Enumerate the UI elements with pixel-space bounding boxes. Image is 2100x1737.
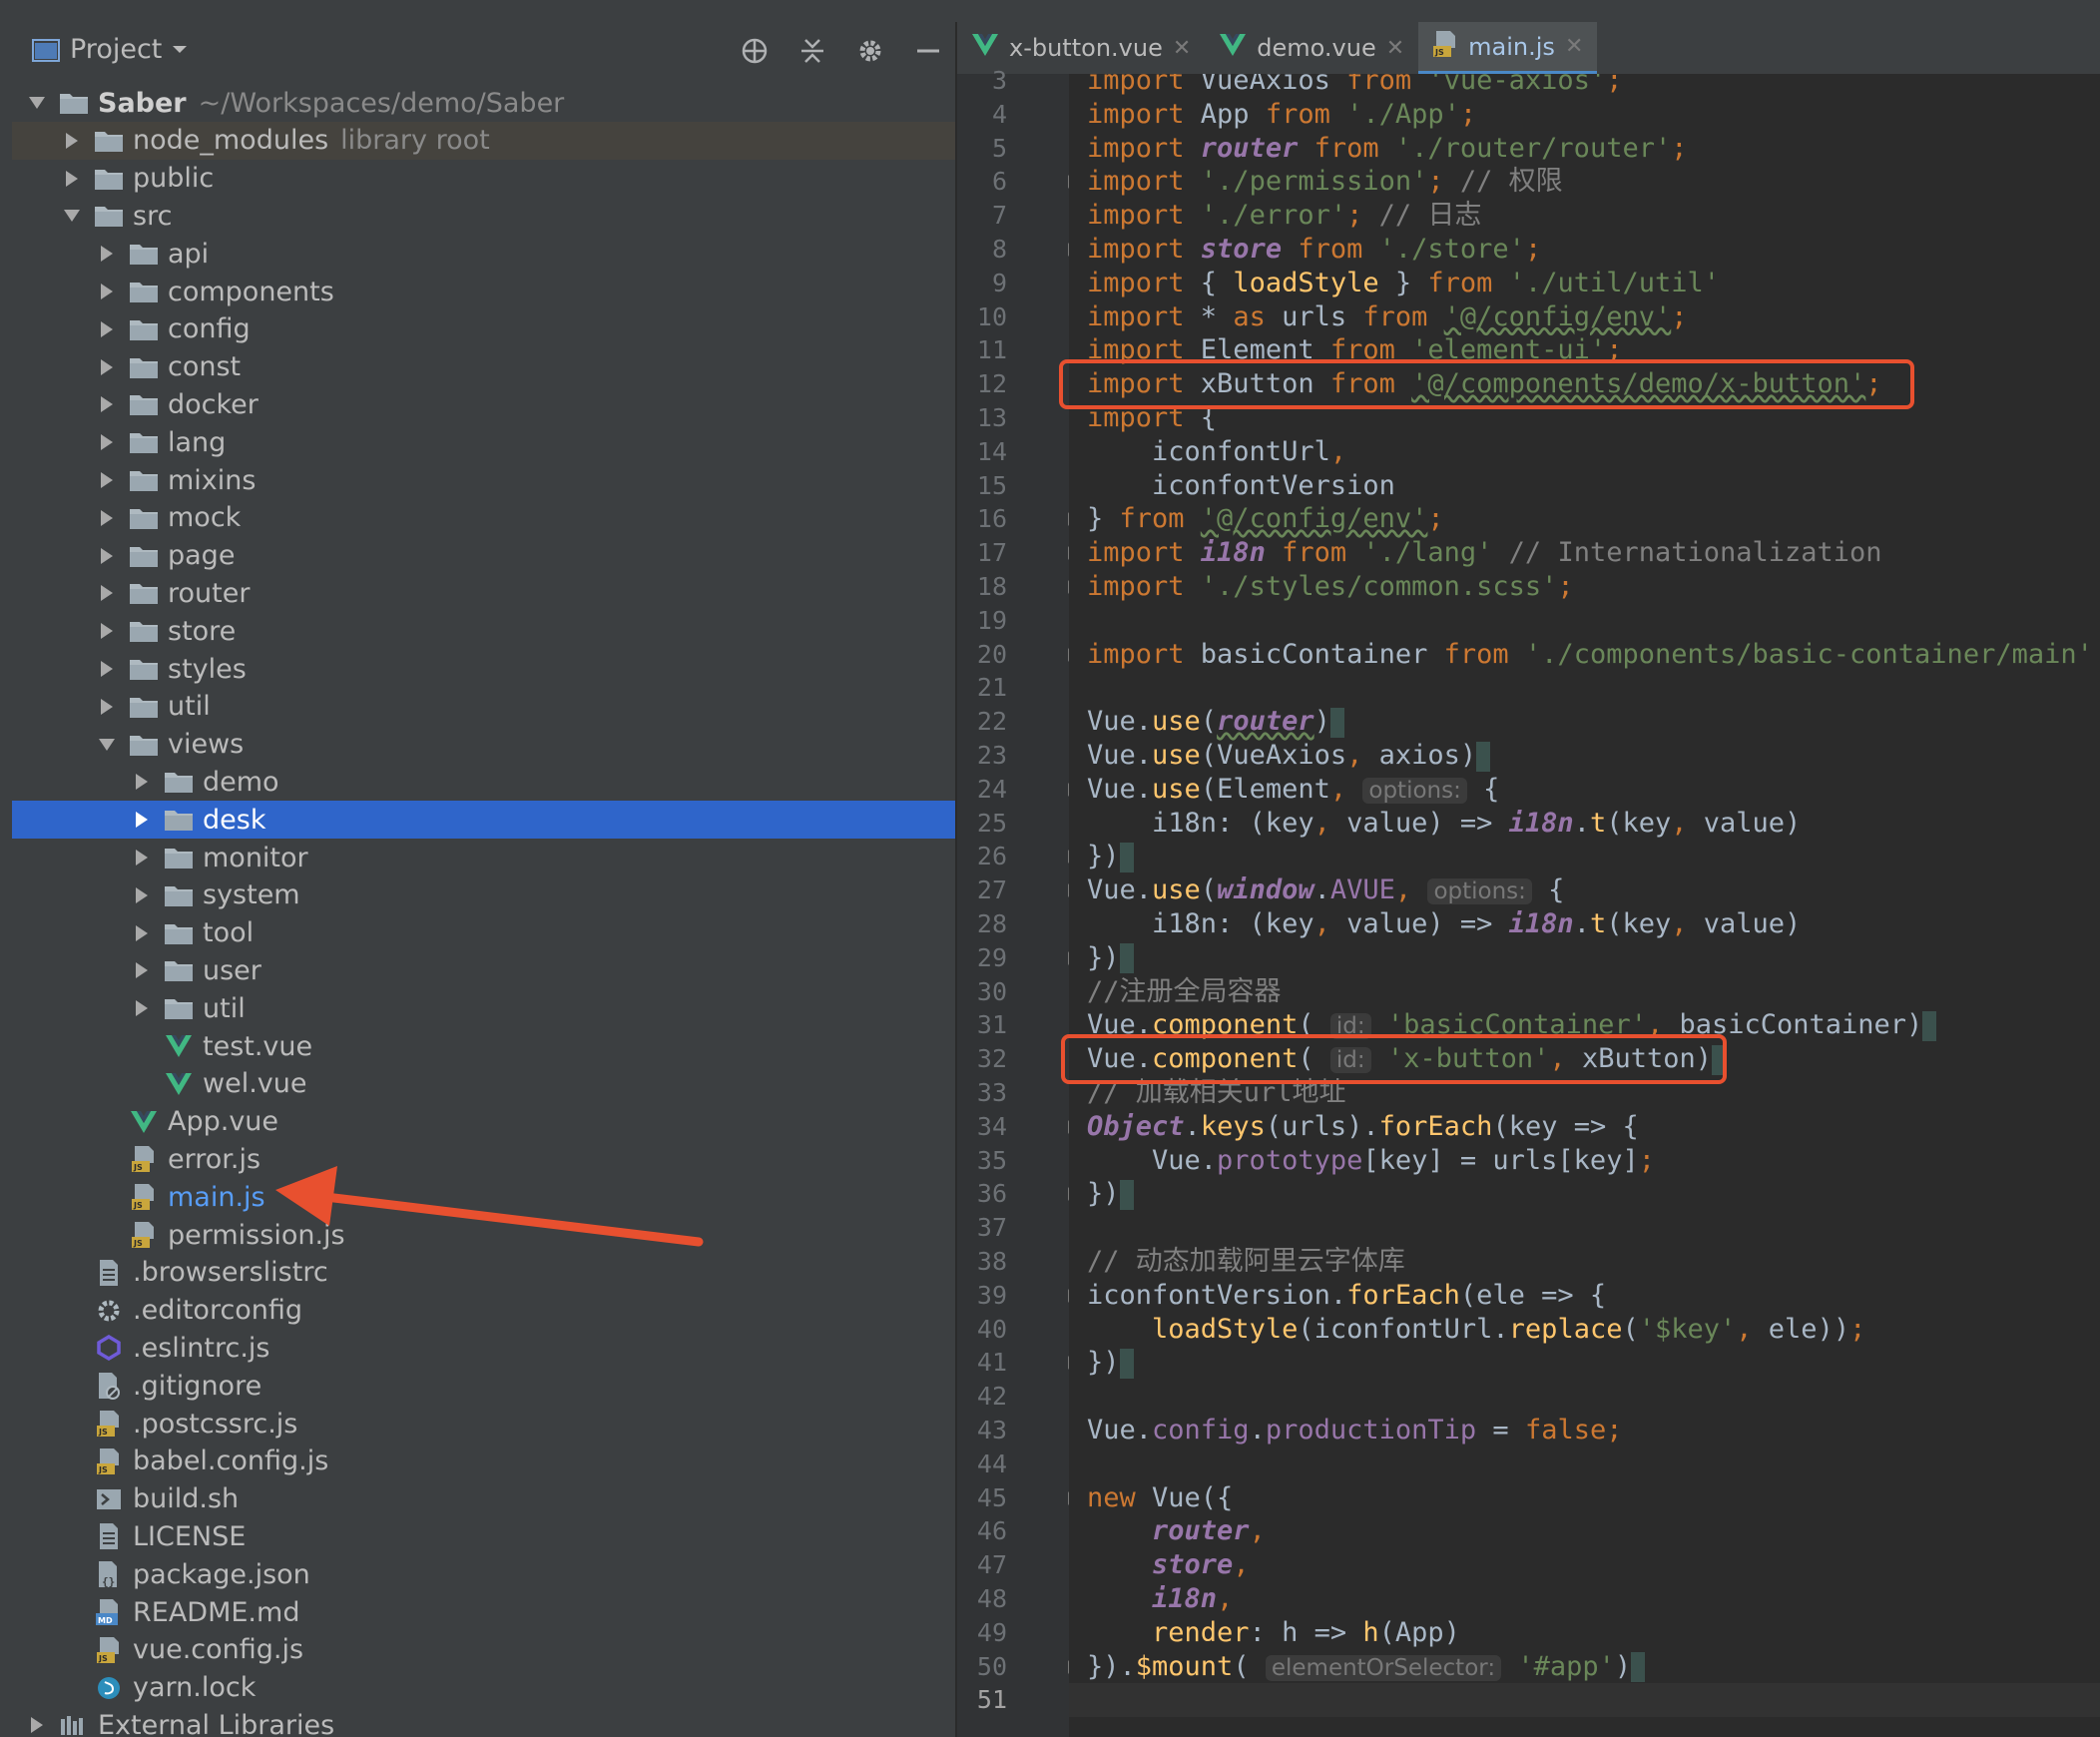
annotation-highlight-box bbox=[1059, 359, 1914, 409]
annotation-arrow bbox=[275, 1166, 704, 1247]
annotation-highlight-box bbox=[1061, 1034, 1727, 1084]
